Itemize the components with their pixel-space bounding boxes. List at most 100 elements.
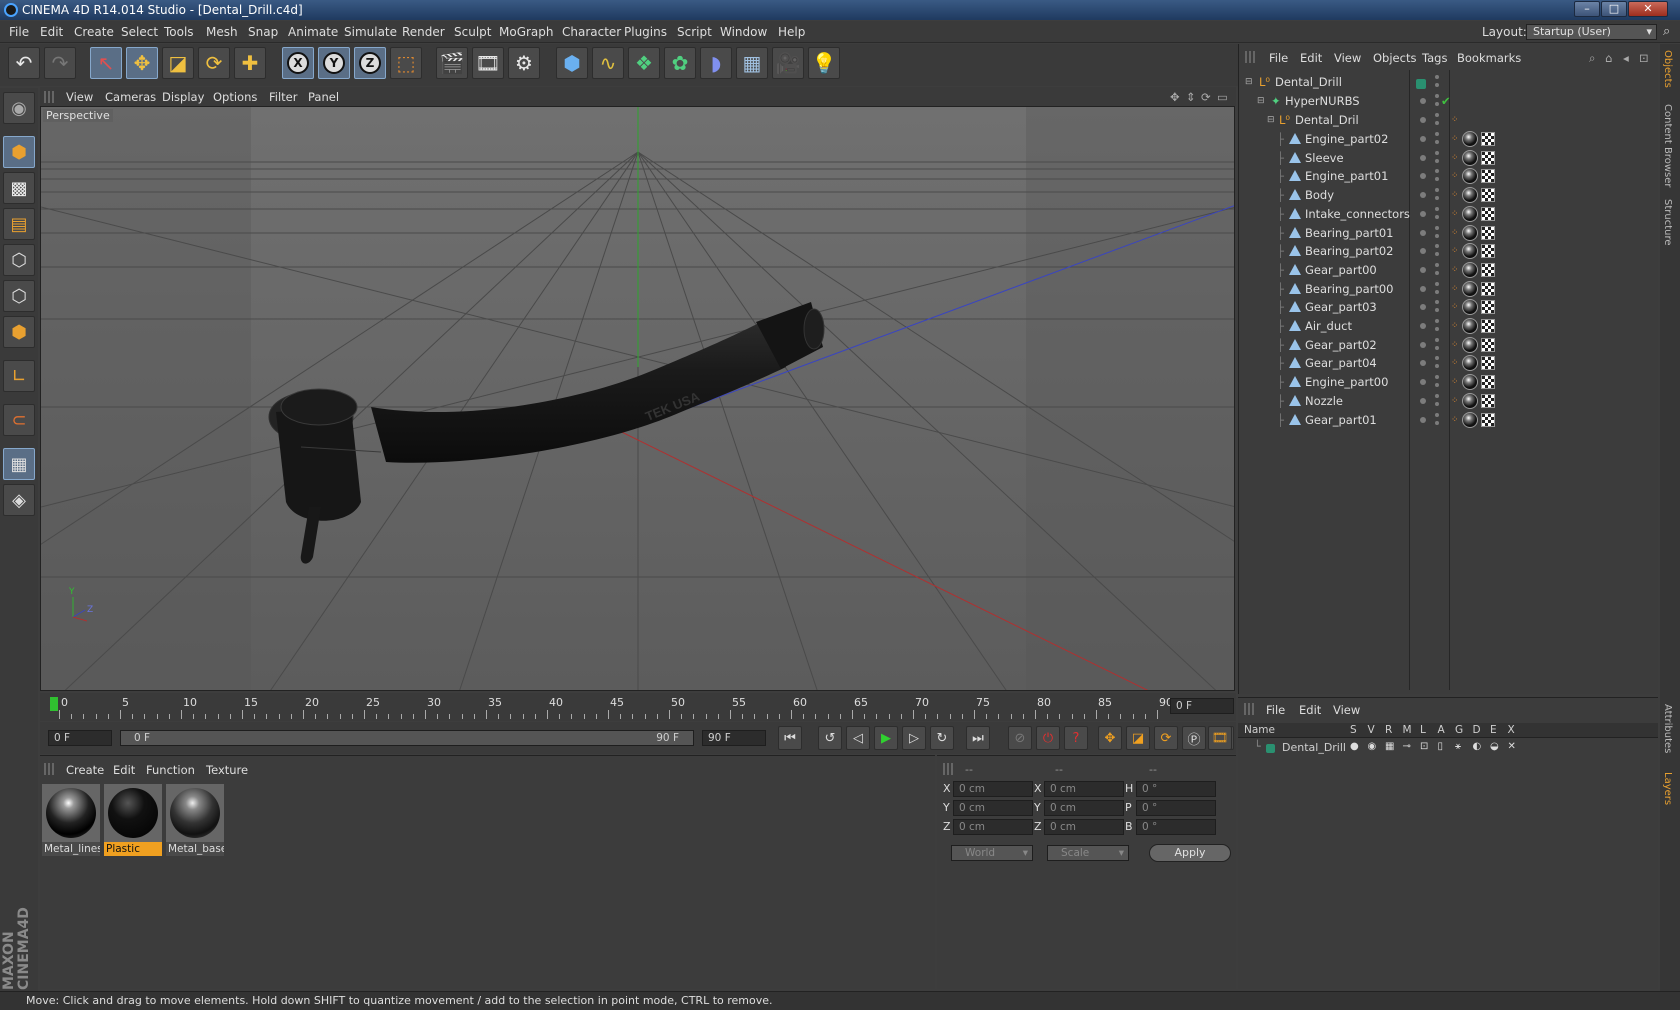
workplane-mode-icon[interactable]: ▤ xyxy=(3,208,35,240)
viewport-menu-display[interactable]: Display xyxy=(162,90,204,104)
coord-size-field[interactable]: 0 cm xyxy=(1044,819,1124,835)
phong-tag-icon[interactable]: ⁘ xyxy=(1451,391,1459,411)
object-row-child[interactable]: ├ Gear_part02 ⁘ xyxy=(1239,335,1659,355)
uvw-tag-icon[interactable] xyxy=(1481,225,1495,240)
visibility-dot[interactable] xyxy=(1420,397,1426,404)
perspective-viewport[interactable]: TEK USA Y Z Perspective xyxy=(40,106,1235,691)
size-mode-select[interactable]: Scale ▾ xyxy=(1047,845,1129,861)
undo-icon[interactable]: ↶ xyxy=(8,47,40,79)
visibility-dot[interactable] xyxy=(1420,285,1426,292)
material-tag-icon[interactable] xyxy=(1462,299,1478,316)
visibility-dot[interactable] xyxy=(1435,393,1439,398)
visibility-dot[interactable] xyxy=(1435,132,1439,136)
uvw-tag-icon[interactable] xyxy=(1481,356,1495,371)
uvw-tag-icon[interactable] xyxy=(1481,337,1495,352)
coord-rot-field[interactable]: 0 ° xyxy=(1136,800,1216,816)
object-row-child[interactable]: ├ Bearing_part01 ⁘ xyxy=(1239,223,1659,243)
start-frame-field[interactable]: 0 F xyxy=(48,730,112,746)
phong-tag-icon[interactable]: ⁘ xyxy=(1451,185,1459,205)
layer-col-header[interactable]: L xyxy=(1420,724,1426,736)
object-row-child[interactable]: ├ Gear_part00 ⁘ xyxy=(1239,260,1659,280)
layer-col-header[interactable]: A xyxy=(1438,724,1445,736)
object-row-child[interactable]: ├ Bearing_part02 ⁘ xyxy=(1239,241,1659,261)
panel-grip-icon[interactable] xyxy=(943,763,955,775)
current-frame-field[interactable]: 0 F xyxy=(1170,698,1234,714)
layers-menu-file[interactable]: File xyxy=(1266,703,1285,717)
visibility-dot[interactable] xyxy=(1420,266,1426,273)
phong-tag-icon[interactable]: ⁘ xyxy=(1451,353,1459,373)
layer-col-header[interactable]: D xyxy=(1473,724,1481,736)
autokey-icon[interactable]: ⏻ xyxy=(1036,726,1060,750)
material-tag-icon[interactable] xyxy=(1462,131,1478,147)
maximize-button[interactable]: □ xyxy=(1601,1,1627,17)
new-view-icon[interactable]: ⊡ xyxy=(1639,51,1649,65)
y-axis-lock-icon[interactable]: Y xyxy=(318,47,350,79)
up-icon[interactable]: ◂ xyxy=(1623,51,1629,65)
visibility-dot[interactable] xyxy=(1435,327,1439,331)
camera-icon[interactable]: 🎥 xyxy=(772,47,804,79)
phong-tag-icon[interactable]: ⁘ xyxy=(1451,241,1459,261)
points-mode-icon[interactable]: ⬡ xyxy=(3,244,35,276)
menu-create[interactable]: Create xyxy=(74,25,114,39)
objects-menu-objects[interactable]: Objects xyxy=(1373,51,1416,65)
menu-file[interactable]: File xyxy=(9,25,29,39)
object-row-child[interactable]: ├ Body ⁘ xyxy=(1239,185,1659,205)
layer-row[interactable]: └ Dental_Drill ● ◉ ▦ ⊸ ⊡ ▯ ⚹ ◐ ◒ ✕ xyxy=(1238,739,1658,757)
menu-plugins[interactable]: Plugins xyxy=(624,25,667,39)
expand-icon[interactable]: ⊟ xyxy=(1245,72,1253,92)
tab-structure[interactable]: Structure xyxy=(1662,199,1673,246)
layers-menu-view[interactable]: View xyxy=(1333,703,1360,717)
object-row-child[interactable]: ├ Gear_part03 ⁘ xyxy=(1239,297,1659,317)
uvw-tag-icon[interactable] xyxy=(1481,188,1495,203)
visibility-dot[interactable] xyxy=(1435,244,1439,249)
visibility-dot[interactable] xyxy=(1435,319,1439,323)
uvw-tag-icon[interactable] xyxy=(1481,150,1495,165)
coordinate-system-icon[interactable]: ⬚ xyxy=(390,47,422,79)
end-frame-field[interactable]: 90 F xyxy=(702,730,766,746)
uvw-tag-icon[interactable] xyxy=(1481,262,1495,277)
visibility-dot[interactable] xyxy=(1420,248,1426,255)
object-row-child[interactable]: ├ Gear_part01 ⁘ xyxy=(1239,410,1659,430)
layer-toggle-icon[interactable]: ◉ xyxy=(1368,741,1377,752)
layer-toggle-icon[interactable]: ▯ xyxy=(1438,741,1444,752)
viewport-menu-filter[interactable]: Filter xyxy=(269,90,297,104)
visibility-dot[interactable] xyxy=(1435,262,1439,267)
uvw-tag-icon[interactable] xyxy=(1481,206,1495,221)
material-tag-icon[interactable] xyxy=(1462,243,1478,260)
visibility-dot[interactable] xyxy=(1435,420,1439,425)
material-tag-icon[interactable] xyxy=(1462,205,1478,222)
viewport-switch-icon[interactable]: ▭ xyxy=(1217,90,1228,104)
phong-tag-icon[interactable]: ⁘ xyxy=(1451,335,1459,355)
objects-menu-tags[interactable]: Tags xyxy=(1422,51,1447,65)
visibility-dot[interactable] xyxy=(1420,304,1426,311)
viewport-menu-panel[interactable]: Panel xyxy=(308,90,339,104)
menu-window[interactable]: Window xyxy=(720,25,767,39)
visibility-dot[interactable] xyxy=(1420,154,1426,161)
visibility-dot[interactable] xyxy=(1435,233,1439,238)
uvw-tag-icon[interactable] xyxy=(1481,300,1495,315)
uvw-tag-icon[interactable] xyxy=(1481,412,1495,427)
panel-grip-icon[interactable] xyxy=(44,763,56,775)
visibility-dot[interactable] xyxy=(1435,188,1439,193)
objects-menu-file[interactable]: File xyxy=(1269,51,1288,65)
panel-grip-icon[interactable] xyxy=(1245,51,1257,63)
uvw-tag-icon[interactable] xyxy=(1481,319,1495,333)
layer-toggle-icon[interactable]: ▦ xyxy=(1385,741,1394,752)
material-tag-icon[interactable] xyxy=(1462,168,1478,185)
render-picture-viewer-icon[interactable]: 🎞 xyxy=(472,47,504,79)
layer-col-header[interactable]: X xyxy=(1508,724,1515,736)
layer-toggle-icon[interactable]: ✕ xyxy=(1508,741,1516,752)
make-editable-icon[interactable]: ◉ xyxy=(3,92,35,124)
material-tag-icon[interactable] xyxy=(1462,224,1478,241)
next-frame-icon[interactable]: ▷ xyxy=(902,726,926,750)
layer-toggle-icon[interactable]: ◒ xyxy=(1490,741,1499,752)
play-icon[interactable]: ▶ xyxy=(874,726,898,750)
material-tag-icon[interactable] xyxy=(1462,261,1478,278)
visibility-dot[interactable] xyxy=(1420,229,1426,236)
visibility-dot[interactable] xyxy=(1420,210,1426,217)
viewport-menu-cameras[interactable]: Cameras xyxy=(105,90,156,104)
visibility-dot[interactable] xyxy=(1435,337,1439,342)
material-tag-icon[interactable] xyxy=(1462,392,1478,409)
model-mode-icon[interactable]: ⬢ xyxy=(3,136,35,168)
home-icon[interactable]: ⌂ xyxy=(1605,51,1612,65)
